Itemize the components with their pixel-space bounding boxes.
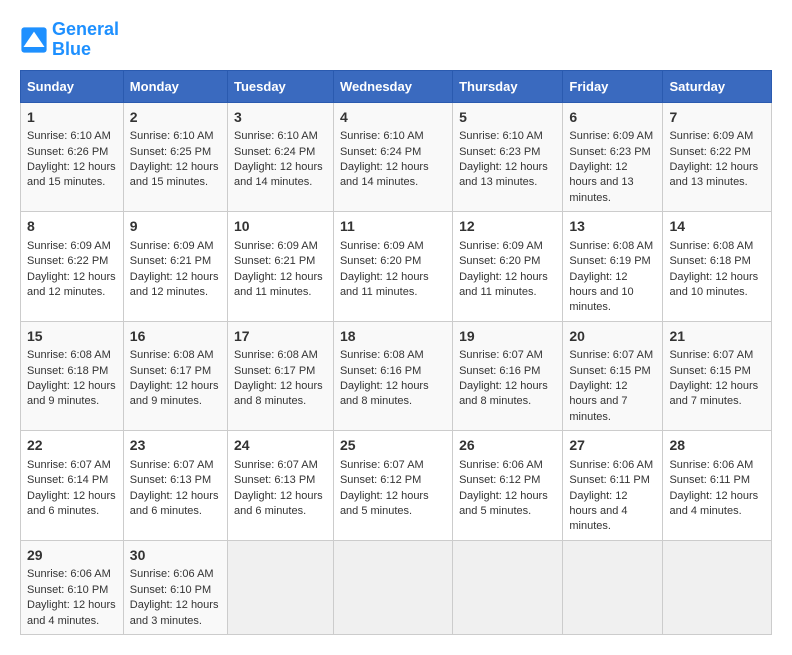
calendar-cell: 23Sunrise: 6:07 AMSunset: 6:13 PMDayligh… [123,431,227,541]
calendar-cell [228,540,334,634]
day-number: 14 [669,217,765,237]
day-number: 30 [130,546,221,566]
day-number: 6 [569,108,656,128]
col-header-sunday: Sunday [21,70,124,102]
calendar-cell: 17Sunrise: 6:08 AMSunset: 6:17 PMDayligh… [228,321,334,431]
day-number: 12 [459,217,556,237]
col-header-saturday: Saturday [663,70,772,102]
calendar-cell: 7Sunrise: 6:09 AMSunset: 6:22 PMDaylight… [663,102,772,212]
col-header-thursday: Thursday [453,70,563,102]
calendar-cell: 15Sunrise: 6:08 AMSunset: 6:18 PMDayligh… [21,321,124,431]
day-number: 15 [27,327,117,347]
day-number: 19 [459,327,556,347]
calendar-cell: 3Sunrise: 6:10 AMSunset: 6:24 PMDaylight… [228,102,334,212]
logo-icon [20,26,48,54]
day-number: 23 [130,436,221,456]
calendar-cell: 29Sunrise: 6:06 AMSunset: 6:10 PMDayligh… [21,540,124,634]
calendar-cell: 9Sunrise: 6:09 AMSunset: 6:21 PMDaylight… [123,212,227,322]
day-number: 28 [669,436,765,456]
day-number: 10 [234,217,327,237]
calendar-cell [453,540,563,634]
day-number: 9 [130,217,221,237]
calendar-cell: 8Sunrise: 6:09 AMSunset: 6:22 PMDaylight… [21,212,124,322]
week-row-4: 22Sunrise: 6:07 AMSunset: 6:14 PMDayligh… [21,431,772,541]
calendar-cell: 18Sunrise: 6:08 AMSunset: 6:16 PMDayligh… [333,321,452,431]
calendar-cell [663,540,772,634]
day-number: 1 [27,108,117,128]
day-number: 26 [459,436,556,456]
day-number: 11 [340,217,446,237]
calendar-cell: 25Sunrise: 6:07 AMSunset: 6:12 PMDayligh… [333,431,452,541]
day-number: 27 [569,436,656,456]
calendar-cell: 12Sunrise: 6:09 AMSunset: 6:20 PMDayligh… [453,212,563,322]
day-number: 25 [340,436,446,456]
day-number: 3 [234,108,327,128]
day-number: 18 [340,327,446,347]
day-number: 13 [569,217,656,237]
calendar-cell: 11Sunrise: 6:09 AMSunset: 6:20 PMDayligh… [333,212,452,322]
col-header-monday: Monday [123,70,227,102]
day-number: 24 [234,436,327,456]
calendar-cell: 28Sunrise: 6:06 AMSunset: 6:11 PMDayligh… [663,431,772,541]
col-header-friday: Friday [563,70,663,102]
calendar-table: SundayMondayTuesdayWednesdayThursdayFrid… [20,70,772,635]
calendar-cell: 24Sunrise: 6:07 AMSunset: 6:13 PMDayligh… [228,431,334,541]
calendar-cell: 21Sunrise: 6:07 AMSunset: 6:15 PMDayligh… [663,321,772,431]
calendar-cell: 13Sunrise: 6:08 AMSunset: 6:19 PMDayligh… [563,212,663,322]
calendar-cell: 20Sunrise: 6:07 AMSunset: 6:15 PMDayligh… [563,321,663,431]
calendar-cell: 30Sunrise: 6:06 AMSunset: 6:10 PMDayligh… [123,540,227,634]
calendar-cell: 16Sunrise: 6:08 AMSunset: 6:17 PMDayligh… [123,321,227,431]
calendar-cell: 4Sunrise: 6:10 AMSunset: 6:24 PMDaylight… [333,102,452,212]
calendar-cell: 19Sunrise: 6:07 AMSunset: 6:16 PMDayligh… [453,321,563,431]
day-number: 4 [340,108,446,128]
day-number: 21 [669,327,765,347]
calendar-cell: 27Sunrise: 6:06 AMSunset: 6:11 PMDayligh… [563,431,663,541]
calendar-body: 1Sunrise: 6:10 AMSunset: 6:26 PMDaylight… [21,102,772,634]
day-number: 22 [27,436,117,456]
day-number: 16 [130,327,221,347]
week-row-3: 15Sunrise: 6:08 AMSunset: 6:18 PMDayligh… [21,321,772,431]
calendar-header-row: SundayMondayTuesdayWednesdayThursdayFrid… [21,70,772,102]
day-number: 2 [130,108,221,128]
calendar-cell: 2Sunrise: 6:10 AMSunset: 6:25 PMDaylight… [123,102,227,212]
calendar-cell: 1Sunrise: 6:10 AMSunset: 6:26 PMDaylight… [21,102,124,212]
calendar-cell: 26Sunrise: 6:06 AMSunset: 6:12 PMDayligh… [453,431,563,541]
week-row-1: 1Sunrise: 6:10 AMSunset: 6:26 PMDaylight… [21,102,772,212]
logo-text: General Blue [52,20,119,60]
day-number: 7 [669,108,765,128]
calendar-cell: 10Sunrise: 6:09 AMSunset: 6:21 PMDayligh… [228,212,334,322]
calendar-cell [333,540,452,634]
day-number: 20 [569,327,656,347]
day-number: 5 [459,108,556,128]
header: General Blue [20,20,772,60]
day-number: 8 [27,217,117,237]
calendar-cell: 14Sunrise: 6:08 AMSunset: 6:18 PMDayligh… [663,212,772,322]
week-row-5: 29Sunrise: 6:06 AMSunset: 6:10 PMDayligh… [21,540,772,634]
calendar-cell: 22Sunrise: 6:07 AMSunset: 6:14 PMDayligh… [21,431,124,541]
logo: General Blue [20,20,119,60]
calendar-cell: 5Sunrise: 6:10 AMSunset: 6:23 PMDaylight… [453,102,563,212]
day-number: 17 [234,327,327,347]
week-row-2: 8Sunrise: 6:09 AMSunset: 6:22 PMDaylight… [21,212,772,322]
col-header-tuesday: Tuesday [228,70,334,102]
calendar-cell: 6Sunrise: 6:09 AMSunset: 6:23 PMDaylight… [563,102,663,212]
calendar-cell [563,540,663,634]
col-header-wednesday: Wednesday [333,70,452,102]
day-number: 29 [27,546,117,566]
